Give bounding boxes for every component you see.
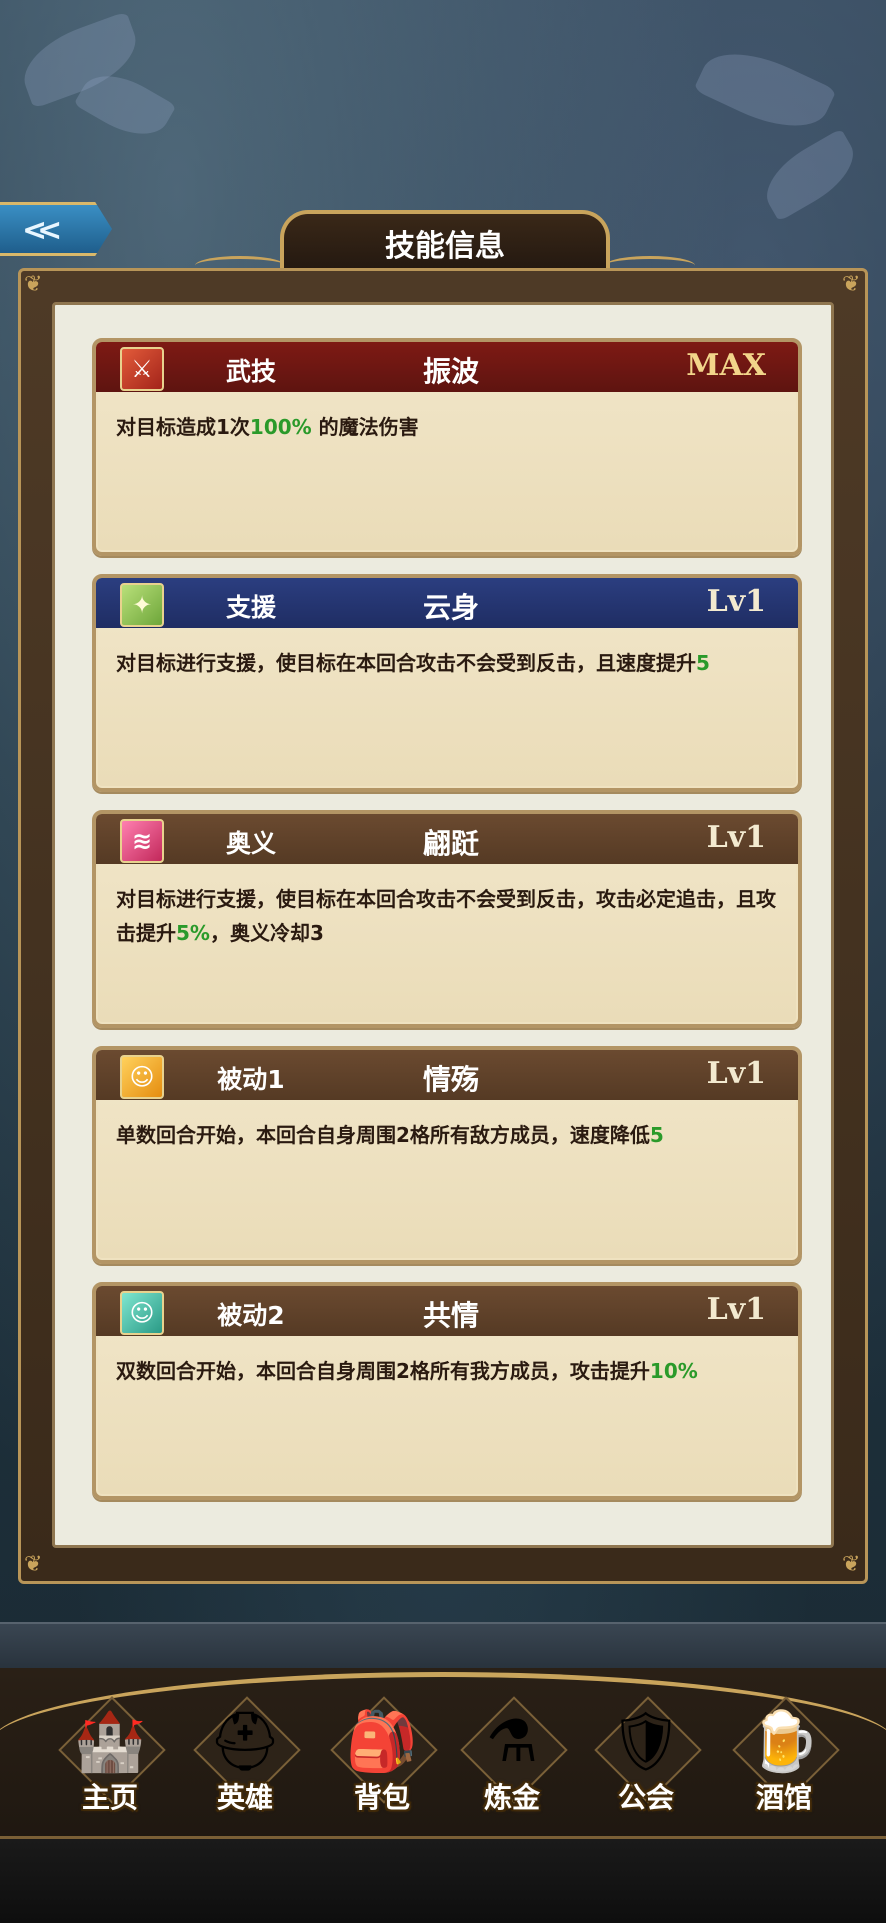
double-chevron-left-icon: << xyxy=(22,213,62,248)
skill-description: 单数回合开始，本回合自身周围2格所有敌方成员，速度降低5 xyxy=(116,1118,782,1152)
claw-ultimate-icon: ≋ xyxy=(120,819,164,863)
skill-level: MAX xyxy=(686,348,766,383)
person-passive-icon: ☺ xyxy=(120,1055,164,1099)
skill-name: 云身 xyxy=(422,591,479,624)
sparkle-support-icon: ✦ xyxy=(120,583,164,627)
nav-bottom-strip xyxy=(0,1836,886,1923)
nav-label: 公会 xyxy=(617,1781,674,1814)
skill-type: 支援 xyxy=(225,593,276,622)
skill-description: 双数回合开始，本回合自身周围2格所有我方成员，攻击提升10% xyxy=(116,1354,782,1388)
back-button[interactable]: << xyxy=(0,202,112,256)
page-title: 技能信息 xyxy=(280,210,610,272)
desc-highlight: 5 xyxy=(649,1123,664,1147)
nav-label: 背包 xyxy=(353,1781,410,1814)
skill-card-zhiyuan: ✦ 支援 云身 Lv1 对目标进行支援，使目标在本回合攻击不会受到反击，且速度提… xyxy=(92,574,802,792)
desc-text: ，奥义冷却3 xyxy=(209,921,324,945)
skill-level: Lv1 xyxy=(706,1056,766,1091)
divider-bar xyxy=(0,1622,886,1672)
desc-highlight: 100% xyxy=(249,415,312,439)
desc-text: 对目标进行支援，使目标在本回合攻击不会受到反击，且速度提升 xyxy=(116,651,696,675)
nav-label: 主页 xyxy=(81,1781,138,1814)
desc-text: 单数回合开始，本回合自身周围2格所有敌方成员，速度降低 xyxy=(116,1123,650,1147)
skill-name: 振波 xyxy=(422,355,479,388)
nav-label: 酒馆 xyxy=(755,1781,812,1814)
skill-card-passive-1: ☺ 被动1 情殇 Lv1 单数回合开始，本回合自身周围2格所有敌方成员，速度降低… xyxy=(92,1046,802,1264)
knight-helmet-icon: ⛑ xyxy=(208,1707,282,1775)
nav-guild[interactable]: 🛡 公会 xyxy=(586,1696,706,1830)
skill-level: Lv1 xyxy=(706,820,766,855)
skill-card-header: ✦ 支援 云身 Lv1 xyxy=(96,578,798,628)
skill-card-header: ⚔ 武技 振波 MAX xyxy=(96,342,798,392)
corner-ornament-icon: ❦ xyxy=(842,1552,861,1577)
skill-type: 武技 xyxy=(225,357,276,386)
skill-description: 对目标进行支援，使目标在本回合攻击不会受到反击，攻击必定追击，且攻击提升5%，奥… xyxy=(116,882,782,950)
skill-card-wuji: ⚔ 武技 振波 MAX 对目标造成1次100% 的魔法伤害 xyxy=(92,338,802,556)
desc-text: 双数回合开始，本回合自身周围2格所有我方成员，攻击提升 xyxy=(116,1359,650,1383)
skill-name: 情殇 xyxy=(422,1063,479,1096)
skill-level: Lv1 xyxy=(706,1292,766,1327)
corner-ornament-icon: ❦ xyxy=(24,272,43,297)
corner-ornament-icon: ❦ xyxy=(24,1552,43,1577)
skill-name: 翩跹 xyxy=(422,827,479,860)
desc-highlight: 10% xyxy=(649,1359,698,1383)
desc-highlight: 5 xyxy=(696,651,710,675)
skill-type: 奥义 xyxy=(225,829,276,858)
desc-text: 对目标造成1次 xyxy=(116,415,250,439)
backpack-icon: 🎒 xyxy=(345,1707,419,1775)
nav-backpack[interactable]: 🎒 背包 xyxy=(322,1696,442,1830)
potion-icon: ⚗ xyxy=(486,1707,538,1775)
nav-label: 炼金 xyxy=(483,1781,540,1814)
skill-type: 被动2 xyxy=(217,1301,285,1330)
skill-card-passive-2: ☺ 被动2 共情 Lv1 双数回合开始，本回合自身周围2格所有我方成员，攻击提升… xyxy=(92,1282,802,1500)
nav-tavern[interactable]: 🍺 酒馆 xyxy=(724,1696,844,1830)
nav-heroes[interactable]: ⛑ 英雄 xyxy=(185,1696,305,1830)
skill-card-header: ☺ 被动1 情殇 Lv1 xyxy=(96,1050,798,1100)
sword-icon: ⚔ xyxy=(120,347,164,391)
castle-icon: 🏰 xyxy=(73,1707,147,1775)
nav-home[interactable]: 🏰 主页 xyxy=(50,1696,170,1830)
skill-name: 共情 xyxy=(422,1299,479,1332)
tavern-beer-icon: 🍺 xyxy=(747,1707,821,1775)
nav-alchemy[interactable]: ⚗ 炼金 xyxy=(452,1696,572,1830)
skill-card-aoyi: ≋ 奥义 翩跹 Lv1 对目标进行支援，使目标在本回合攻击不会受到反击，攻击必定… xyxy=(92,810,802,1028)
skill-card-header: ≋ 奥义 翩跹 Lv1 xyxy=(96,814,798,864)
skill-card-header: ☺ 被动2 共情 Lv1 xyxy=(96,1286,798,1336)
person-passive-icon: ☺ xyxy=(120,1291,164,1335)
guild-shield-icon: 🛡 xyxy=(609,1707,683,1775)
nav-label: 英雄 xyxy=(216,1781,273,1814)
skill-description: 对目标进行支援，使目标在本回合攻击不会受到反击，且速度提升5 xyxy=(116,646,782,680)
desc-text: 的魔法伤害 xyxy=(311,415,419,439)
skill-level: Lv1 xyxy=(706,584,766,619)
desc-highlight: 5% xyxy=(176,921,210,945)
corner-ornament-icon: ❦ xyxy=(842,272,861,297)
skill-type: 被动1 xyxy=(217,1065,285,1094)
skill-description: 对目标造成1次100% 的魔法伤害 xyxy=(116,410,782,444)
